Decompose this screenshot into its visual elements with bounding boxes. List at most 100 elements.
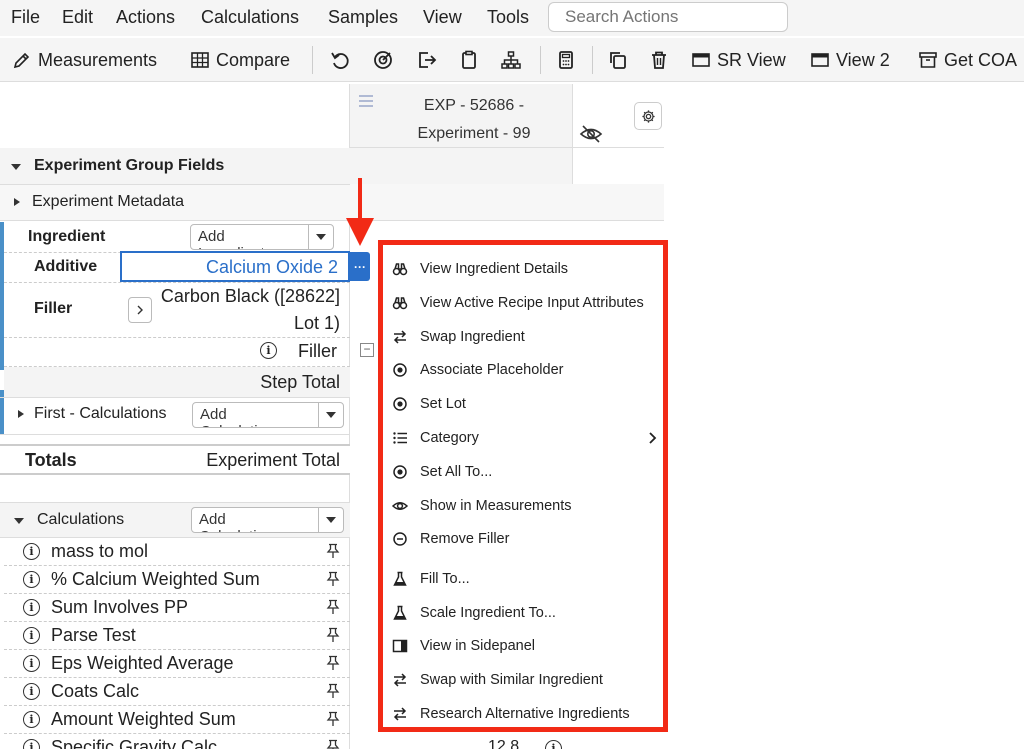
- pin-icon[interactable]: [326, 599, 340, 615]
- menu-item-show-in-measurements[interactable]: Show in Measurements: [391, 492, 659, 520]
- menu-item-set-all-to[interactable]: Set All To...: [391, 458, 659, 486]
- expand-caret-icon[interactable]: [18, 410, 24, 418]
- menu-item-research-alternative-ingredients[interactable]: Research Alternative Ingredients: [391, 700, 659, 728]
- info-icon[interactable]: i: [23, 627, 40, 644]
- info-icon[interactable]: i: [23, 739, 40, 749]
- chevron-right-icon: [649, 432, 657, 444]
- add-ingredients-button[interactable]: Add Ingredients: [190, 224, 334, 250]
- drag-handle-icon[interactable]: [358, 94, 374, 108]
- calculation-row[interactable]: i Eps Weighted Average: [0, 650, 350, 678]
- pin-icon[interactable]: [326, 739, 340, 749]
- filler-expand-button[interactable]: [128, 297, 152, 323]
- minus-circle-icon: [391, 530, 409, 548]
- list-icon: [391, 429, 409, 447]
- info-icon[interactable]: i: [260, 342, 277, 359]
- hierarchy-icon[interactable]: [500, 49, 522, 71]
- info-icon[interactable]: i: [23, 571, 40, 588]
- menu-item-label: Associate Placeholder: [420, 362, 564, 378]
- experiment-title: EXP - 52686 - Experiment - 99: [417, 97, 531, 142]
- calculation-label: Specific Gravity Calc: [51, 737, 218, 749]
- context-menu: View Ingredient Details View Active Recip…: [378, 240, 668, 732]
- get-coa-button[interactable]: Get COA: [918, 48, 1017, 72]
- collapse-caret-icon[interactable]: [14, 518, 24, 524]
- menu-item-view-ingredient-details[interactable]: View Ingredient Details: [391, 255, 659, 283]
- pencil-icon: [13, 52, 30, 69]
- pin-icon[interactable]: [326, 683, 340, 699]
- calculation-row[interactable]: i mass to mol: [0, 538, 350, 566]
- calculation-row[interactable]: i % Calcium Weighted Sum: [0, 566, 350, 594]
- pin-icon[interactable]: [326, 711, 340, 727]
- menu-item-view-in-sidepanel[interactable]: View in Sidepanel: [391, 632, 659, 660]
- menu-samples[interactable]: Samples: [328, 7, 398, 28]
- collapse-box-icon[interactable]: −: [360, 343, 374, 357]
- calculation-row[interactable]: i Parse Test: [0, 622, 350, 650]
- pin-icon[interactable]: [326, 627, 340, 643]
- measurements-button[interactable]: Measurements: [12, 48, 157, 72]
- menu-actions[interactable]: Actions: [116, 7, 175, 28]
- calculator-icon[interactable]: [555, 49, 577, 71]
- swap-icon: [391, 705, 409, 723]
- menu-item-scale-ingredient-to[interactable]: Scale Ingredient To...: [391, 599, 659, 627]
- sr-view-label: SR View: [717, 49, 786, 70]
- additive-label: Additive: [34, 258, 98, 275]
- pin-icon[interactable]: [326, 571, 340, 587]
- menu-edit[interactable]: Edit: [62, 7, 93, 28]
- menu-item-associate-placeholder[interactable]: Associate Placeholder: [391, 356, 659, 384]
- view2-label: View 2: [836, 49, 890, 70]
- menu-item-category[interactable]: Category: [391, 424, 659, 452]
- trash-icon[interactable]: [648, 49, 670, 71]
- pin-icon[interactable]: [326, 543, 340, 559]
- expand-caret-icon[interactable]: [14, 198, 20, 206]
- view2-button[interactable]: View 2: [810, 48, 890, 72]
- menu-item-swap-with-similar-ingredient[interactable]: Swap with Similar Ingredient: [391, 666, 659, 694]
- additive-cell[interactable]: Calcium Oxide 2: [120, 251, 350, 282]
- info-icon[interactable]: i: [23, 683, 40, 700]
- menu-item-fill-to[interactable]: Fill To...: [391, 565, 659, 593]
- eye-slash-icon[interactable]: [579, 124, 603, 144]
- add-calculations-dropdown[interactable]: [319, 403, 343, 427]
- info-icon[interactable]: i: [23, 599, 40, 616]
- add-calculations-button[interactable]: Add Calculations: [192, 402, 344, 428]
- calculation-row[interactable]: i Amount Weighted Sum: [0, 706, 350, 734]
- export-icon[interactable]: [416, 49, 438, 71]
- menu-file[interactable]: File: [11, 7, 40, 28]
- clipboard-icon[interactable]: [458, 49, 480, 71]
- calculation-row[interactable]: i Coats Calc: [0, 678, 350, 706]
- info-icon[interactable]: i: [23, 543, 40, 560]
- more-options-button[interactable]: ···: [350, 252, 370, 281]
- column-settings-button[interactable]: [634, 102, 662, 130]
- metadata-row[interactable]: Experiment Metadata: [0, 185, 350, 220]
- copy-icon[interactable]: [607, 49, 629, 71]
- calculation-row[interactable]: i Specific Gravity Calc: [0, 734, 350, 749]
- pin-icon[interactable]: [326, 655, 340, 671]
- calculation-label: Parse Test: [51, 625, 136, 645]
- info-icon[interactable]: i: [545, 740, 562, 749]
- add-ingredients-dropdown[interactable]: [309, 225, 333, 249]
- totals-row: Totals Experiment Total: [0, 444, 350, 475]
- compare-button[interactable]: Compare: [190, 48, 290, 72]
- calculations-header[interactable]: Calculations Add Calculations: [0, 502, 350, 538]
- menu-item-view-active-recipe-input-attributes[interactable]: View Active Recipe Input Attributes: [391, 289, 659, 317]
- radio-dot-icon: [391, 463, 409, 481]
- undo-icon[interactable]: [329, 49, 351, 71]
- search-actions-input[interactable]: [548, 2, 788, 32]
- calculation-row[interactable]: i Sum Involves PP: [0, 594, 350, 622]
- add-calculations-dropdown[interactable]: [319, 508, 343, 532]
- target-refresh-icon[interactable]: [372, 49, 394, 71]
- divider: [0, 397, 350, 398]
- add-calculations-label: Add Calculations: [192, 508, 320, 532]
- swap-icon: [391, 328, 409, 346]
- group-fields-row[interactable]: Experiment Group Fields: [0, 148, 350, 184]
- sr-view-button[interactable]: SR View: [691, 48, 786, 72]
- menu-item-remove-filler[interactable]: Remove Filler: [391, 525, 659, 553]
- menu-view[interactable]: View: [423, 7, 462, 28]
- info-icon[interactable]: i: [23, 711, 40, 728]
- menu-calculations[interactable]: Calculations: [201, 7, 299, 28]
- menu-item-set-lot[interactable]: Set Lot: [391, 390, 659, 418]
- add-calculations-button[interactable]: Add Calculations: [191, 507, 344, 533]
- collapse-caret-icon[interactable]: [11, 164, 21, 170]
- menu-tools[interactable]: Tools: [487, 7, 529, 28]
- menu-item-swap-ingredient[interactable]: Swap Ingredient: [391, 323, 659, 351]
- info-icon[interactable]: i: [23, 655, 40, 672]
- archive-icon: [919, 52, 937, 68]
